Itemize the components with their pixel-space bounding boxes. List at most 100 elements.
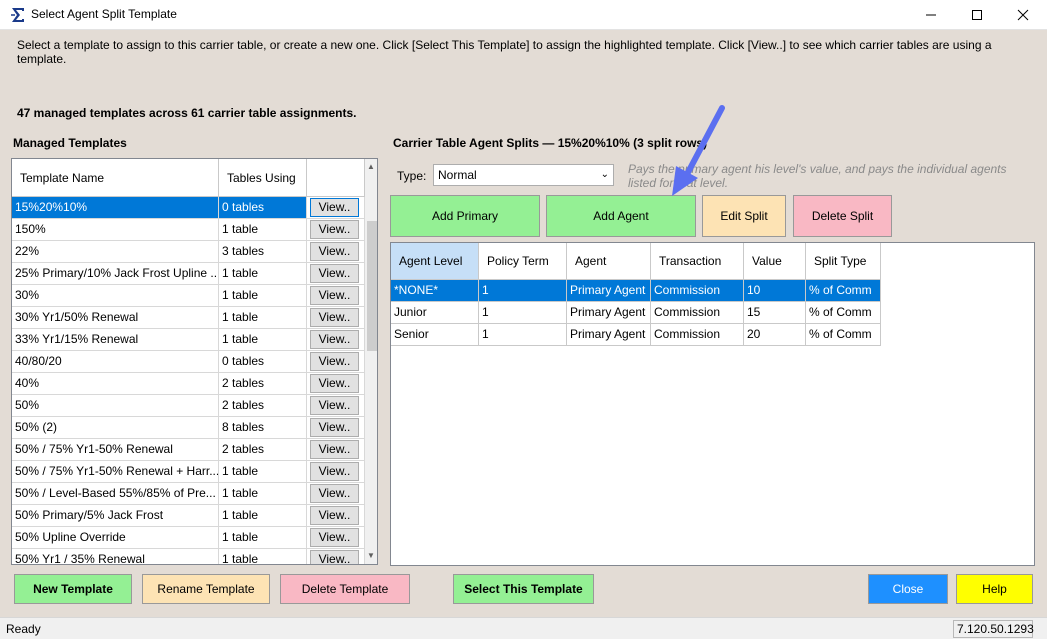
rename-template-button[interactable]: Rename Template (142, 574, 270, 604)
tables-using-cell: 1 table (219, 307, 307, 329)
tables-using-cell: 1 table (219, 527, 307, 549)
view-cell: View.. (307, 241, 365, 263)
view-cell: View.. (307, 505, 365, 527)
view-button[interactable]: View.. (310, 506, 359, 525)
delete-split-button[interactable]: Delete Split (793, 195, 892, 237)
template-row[interactable]: 30% 1 table View.. (12, 285, 365, 307)
view-button[interactable]: View.. (310, 264, 359, 283)
template-row[interactable]: 33% Yr1/15% Renewal 1 table View.. (12, 329, 365, 351)
template-row[interactable]: 25% Primary/10% Jack Frost Upline ... 1 t… (12, 263, 365, 285)
templates-scrollbar[interactable]: ▲ ▼ (365, 159, 377, 564)
template-row[interactable]: 30% Yr1/50% Renewal 1 table View.. (12, 307, 365, 329)
view-button[interactable]: View.. (310, 352, 359, 371)
template-row[interactable]: 50% / 75% Yr1-50% Renewal + Harr... 1 tab… (12, 461, 365, 483)
view-button[interactable]: View.. (310, 462, 359, 481)
template-name-cell: 50% Upline Override (12, 527, 219, 549)
tables-using-cell: 1 table (219, 285, 307, 307)
view-button[interactable]: View.. (310, 198, 359, 217)
template-row[interactable]: 150% 1 table View.. (12, 219, 365, 241)
value-cell: 15 (744, 302, 806, 324)
transaction-cell: Commission (651, 280, 744, 302)
view-button[interactable]: View.. (310, 330, 359, 349)
splits-grid[interactable]: Agent Level Policy Term Agent Transaction Va… (390, 242, 1035, 566)
view-button[interactable]: View.. (310, 286, 359, 305)
view-button[interactable]: View.. (310, 418, 359, 437)
column-header-transaction[interactable]: Transaction (651, 243, 744, 280)
template-name-cell: 25% Primary/10% Jack Frost Upline ... (12, 263, 219, 285)
view-button[interactable]: View.. (310, 528, 359, 547)
view-button[interactable]: View.. (310, 484, 359, 503)
agent-cell: Primary Agent (567, 280, 651, 302)
tables-using-cell: 1 table (219, 329, 307, 351)
add-agent-button[interactable]: Add Agent (546, 195, 696, 237)
template-name-cell: 33% Yr1/15% Renewal (12, 329, 219, 351)
summary-text: 47 managed templates across 61 carrier t… (17, 106, 357, 120)
view-button[interactable]: View.. (310, 374, 359, 393)
template-name-cell: 50% (12, 395, 219, 417)
column-header-agent[interactable]: Agent (567, 243, 651, 280)
agent-level-cell: Junior (391, 302, 479, 324)
view-cell: View.. (307, 285, 365, 307)
template-row[interactable]: 50% (2) 8 tables View.. (12, 417, 365, 439)
tables-using-cell: 1 table (219, 461, 307, 483)
policy-term-cell: 1 (479, 324, 567, 346)
add-primary-button[interactable]: Add Primary (390, 195, 540, 237)
template-name-cell: 40% (12, 373, 219, 395)
view-button[interactable]: View.. (310, 396, 359, 415)
view-button[interactable]: View.. (310, 242, 359, 261)
template-name-cell: 50% / 75% Yr1-50% Renewal + Harr... (12, 461, 219, 483)
template-row[interactable]: 50% Upline Override 1 table View.. (12, 527, 365, 549)
policy-term-cell: 1 (479, 302, 567, 324)
close-window-button[interactable] (1000, 0, 1046, 30)
template-row[interactable]: 40% 2 tables View.. (12, 373, 365, 395)
app-sigma-icon (11, 8, 24, 22)
agent-cell: Primary Agent (567, 302, 651, 324)
column-header-policy-term[interactable]: Policy Term (479, 243, 567, 280)
minimize-button[interactable] (908, 0, 954, 30)
template-row[interactable]: 50% / 75% Yr1-50% Renewal 2 tables View.. (12, 439, 365, 461)
status-bar: Ready 7.120.50.1293 (0, 617, 1047, 639)
new-template-button[interactable]: New Template (14, 574, 132, 604)
delete-template-button[interactable]: Delete Template (280, 574, 410, 604)
scroll-thumb[interactable] (367, 221, 377, 351)
view-button[interactable]: View.. (310, 550, 359, 564)
transaction-cell: Commission (651, 302, 744, 324)
close-button[interactable]: Close (868, 574, 948, 604)
template-row[interactable]: 15%20%10% 0 tables View.. (12, 197, 365, 219)
column-header-agent-level[interactable]: Agent Level (391, 243, 479, 280)
column-header-split-type[interactable]: Split Type (806, 243, 881, 280)
view-button[interactable]: View.. (310, 220, 359, 239)
template-name-cell: 50% Yr1 / 35% Renewal (12, 549, 219, 564)
column-header-tables-using[interactable]: Tables Using (219, 159, 307, 197)
value-cell: 20 (744, 324, 806, 346)
template-row[interactable]: 40/80/20 0 tables View.. (12, 351, 365, 373)
edit-split-button[interactable]: Edit Split (702, 195, 786, 237)
chevron-down-icon: ⌄ (600, 169, 609, 180)
view-cell: View.. (307, 263, 365, 285)
select-this-template-button[interactable]: Select This Template (453, 574, 594, 604)
template-name-cell: 150% (12, 219, 219, 241)
templates-list[interactable]: Template Name Tables Using 15%20%10% 0 ta… (11, 158, 378, 565)
template-row[interactable]: 50% 2 tables View.. (12, 395, 365, 417)
view-button[interactable]: View.. (310, 308, 359, 327)
scroll-up-icon[interactable]: ▲ (367, 162, 375, 171)
templates-header: Template Name Tables Using (12, 159, 365, 197)
view-cell: View.. (307, 417, 365, 439)
template-name-cell: 50% (2) (12, 417, 219, 439)
scroll-down-icon[interactable]: ▼ (367, 551, 375, 560)
maximize-button[interactable] (954, 0, 1000, 30)
view-cell: View.. (307, 395, 365, 417)
transaction-cell: Commission (651, 324, 744, 346)
annotation-arrow-icon (672, 105, 725, 196)
view-button[interactable]: View.. (310, 440, 359, 459)
template-row[interactable]: 50% Primary/5% Jack Frost 1 table View.. (12, 505, 365, 527)
tables-using-cell: 1 table (219, 263, 307, 285)
template-row[interactable]: 22% 3 tables View.. (12, 241, 365, 263)
column-header-template-name[interactable]: Template Name (12, 159, 219, 197)
column-header-value[interactable]: Value (744, 243, 806, 280)
template-row[interactable]: 50% Yr1 / 35% Renewal 1 table View.. (12, 549, 365, 564)
template-name-cell: 15%20%10% (12, 197, 219, 219)
type-dropdown[interactable]: Normal ⌄ (433, 164, 614, 186)
template-row[interactable]: 50% / Level-Based 55%/85% of Pre... 1 tab… (12, 483, 365, 505)
help-button[interactable]: Help (956, 574, 1033, 604)
